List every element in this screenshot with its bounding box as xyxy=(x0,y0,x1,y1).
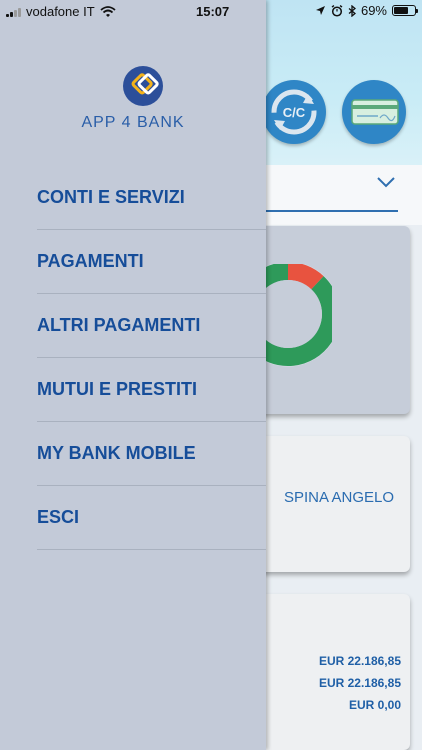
menu-item-my-bank-mobile[interactable]: MY BANK MOBILE xyxy=(37,422,266,486)
battery-icon xyxy=(392,5,418,16)
menu-item-label: MY BANK MOBILE xyxy=(37,443,196,463)
balance-value: EUR 22.186,85 xyxy=(318,654,401,668)
blocked-amount-value: EUR 0,00 xyxy=(348,698,401,712)
clock: 15:07 xyxy=(196,4,230,19)
drawer-menu: CONTI E SERVIZI PAGAMENTI ALTRI PAGAMENT… xyxy=(37,166,266,550)
account-holder-name: SPINA ANGELO xyxy=(284,489,395,506)
account-select-underline xyxy=(266,210,398,212)
wifi-icon xyxy=(100,5,116,17)
menu-item-esci[interactable]: ESCI xyxy=(37,486,266,550)
battery-percent: 69% xyxy=(360,3,387,18)
status-bar: vodafone IT 15:07 69% xyxy=(0,0,422,22)
app4bank-logo-icon xyxy=(123,66,163,106)
bluetooth-icon xyxy=(348,4,356,17)
location-arrow-icon xyxy=(315,6,325,15)
bank-card-button[interactable] xyxy=(342,80,406,144)
available-balance-value: EUR 22.186,85 xyxy=(318,676,401,690)
menu-item-label: ALTRI PAGAMENTI xyxy=(37,315,201,335)
menu-item-label: ESCI xyxy=(37,507,80,527)
side-drawer: APP 4 BANK CONTI E SERVIZI PAGAMENTI ALT… xyxy=(0,0,266,750)
menu-item-altri-pagamenti[interactable]: ALTRI PAGAMENTI xyxy=(37,294,266,358)
bank-card-icon xyxy=(351,99,399,125)
menu-item-mutui-e-prestiti[interactable]: MUTUI E PRESTITI xyxy=(37,358,266,422)
menu-item-conti-e-servizi[interactable]: CONTI E SERVIZI xyxy=(37,166,266,230)
signal-strength-icon xyxy=(6,7,21,17)
menu-item-pagamenti[interactable]: PAGAMENTI xyxy=(37,230,266,294)
chevron-down-icon[interactable] xyxy=(377,176,395,188)
alarm-icon xyxy=(331,4,343,17)
brand-name: APP 4 BANK xyxy=(81,114,185,131)
svg-text:C/C: C/C xyxy=(283,105,306,120)
current-account-button[interactable]: C/C xyxy=(262,80,326,144)
menu-item-label: CONTI E SERVIZI xyxy=(37,187,185,207)
carrier-name: vodafone IT xyxy=(26,4,95,19)
current-account-icon: C/C xyxy=(271,89,317,135)
account-select[interactable] xyxy=(266,165,422,225)
menu-item-label: MUTUI E PRESTITI xyxy=(37,379,198,399)
menu-item-label: PAGAMENTI xyxy=(37,251,144,271)
